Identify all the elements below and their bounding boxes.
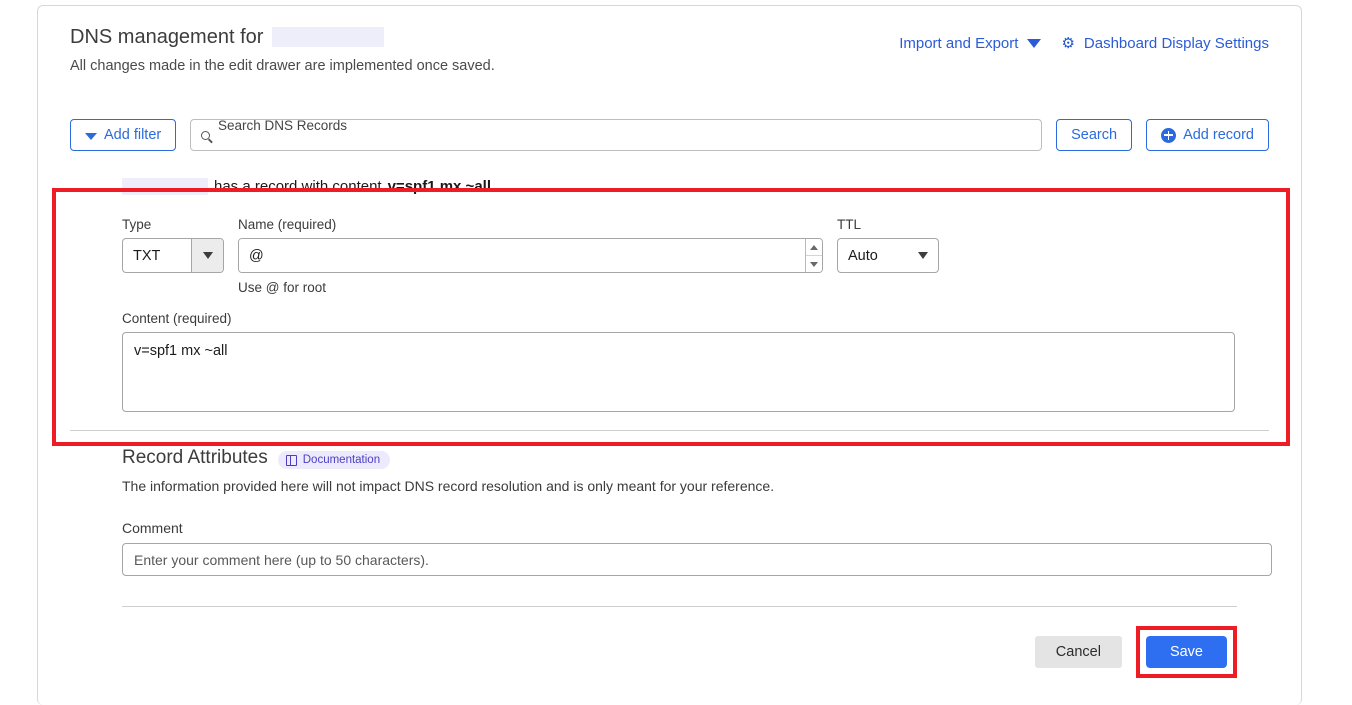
record-attributes-description: The information provided here will not i… [122, 478, 1269, 494]
ttl-field-group: TTL Auto [837, 217, 939, 273]
record-sentence-content: v=spf1 mx ~all [388, 178, 491, 195]
name-input-wrapper[interactable] [238, 238, 823, 273]
page-subtitle: All changes made in the edit drawer are … [70, 58, 495, 74]
import-and-export-label: Import and Export [899, 35, 1018, 52]
redacted-domain-inline [122, 178, 208, 195]
header-text-group: DNS management for All changes made in t… [70, 25, 495, 74]
chevron-down-icon [203, 252, 213, 259]
page-header: DNS management for All changes made in t… [70, 6, 1269, 74]
stepper-down-button[interactable] [806, 256, 822, 272]
comment-input[interactable] [122, 543, 1272, 576]
type-select-arrow-button[interactable] [191, 239, 223, 272]
content-field-group: Content (required) v=spf1 mx ~all [70, 311, 1269, 417]
redacted-domain-name [272, 27, 384, 47]
type-select[interactable]: TXT [122, 238, 224, 273]
type-label: Type [122, 217, 224, 232]
type-field-group: Type TXT [122, 217, 224, 273]
caret-up-icon [810, 245, 818, 250]
section-divider [70, 430, 1269, 431]
footer-divider [122, 606, 1237, 607]
record-summary-sentence: has a record with content v=spf1 mx ~all… [70, 178, 1269, 195]
comment-label: Comment [122, 520, 1269, 536]
page-title-text: DNS management for [70, 25, 263, 49]
documentation-badge-label: Documentation [303, 454, 380, 466]
add-filter-button[interactable]: Add filter [70, 119, 176, 151]
name-stepper[interactable] [805, 239, 822, 272]
type-select-value: TXT [123, 239, 191, 272]
cancel-button[interactable]: Cancel [1035, 636, 1122, 668]
ttl-select-value: Auto [848, 248, 878, 264]
record-attributes-header: Record Attributes Documentation [122, 447, 1269, 469]
caret-down-icon [810, 262, 818, 267]
record-attributes-section: Record Attributes Documentation The info… [70, 447, 1269, 576]
dashboard-display-settings-link[interactable]: ⚙ Dashboard Display Settings [1061, 35, 1269, 52]
chevron-down-icon [918, 252, 928, 259]
record-attributes-title: Record Attributes [122, 447, 268, 469]
search-dns-records-label: Search DNS Records [218, 118, 347, 133]
book-icon [286, 455, 297, 466]
add-record-label: Add record [1183, 127, 1254, 143]
search-button-label: Search [1071, 127, 1117, 143]
form-footer: Cancel Save [70, 626, 1269, 678]
header-actions: Import and Export ⚙ Dashboard Display Se… [899, 25, 1269, 52]
filter-icon [85, 133, 97, 140]
chevron-down-icon [1027, 39, 1041, 48]
name-help-text: Use @ for root [238, 280, 823, 295]
record-sentence-period: . [497, 178, 501, 195]
record-sentence-middle: has a record with content [214, 178, 382, 195]
name-field-group: Name (required) Use @ for root [238, 217, 823, 295]
save-button[interactable]: Save [1146, 636, 1227, 668]
record-fields-row: Type TXT Name (required) [70, 217, 1269, 295]
ttl-label: TTL [837, 217, 939, 232]
add-record-button[interactable]: Add record [1146, 119, 1269, 151]
dns-management-panel: DNS management for All changes made in t… [37, 5, 1302, 705]
gear-icon: ⚙ [1061, 36, 1074, 51]
documentation-badge[interactable]: Documentation [278, 451, 390, 469]
name-label: Name (required) [238, 217, 823, 232]
record-edit-panel: has a record with content v=spf1 mx ~all… [70, 178, 1269, 417]
plus-circle-icon [1161, 128, 1176, 143]
content-textarea[interactable]: v=spf1 mx ~all [122, 332, 1235, 412]
save-button-highlight-wrapper: Save [1136, 626, 1237, 678]
stepper-up-button[interactable] [806, 239, 822, 256]
page-title: DNS management for [70, 25, 495, 49]
name-input[interactable] [239, 239, 805, 272]
search-icon [201, 131, 210, 140]
import-and-export-menu[interactable]: Import and Export [899, 35, 1041, 52]
search-button[interactable]: Search [1056, 119, 1132, 151]
content-label: Content (required) [122, 311, 1235, 326]
add-filter-label: Add filter [104, 127, 161, 143]
ttl-select[interactable]: Auto [837, 238, 939, 273]
dashboard-display-settings-label: Dashboard Display Settings [1084, 35, 1269, 52]
